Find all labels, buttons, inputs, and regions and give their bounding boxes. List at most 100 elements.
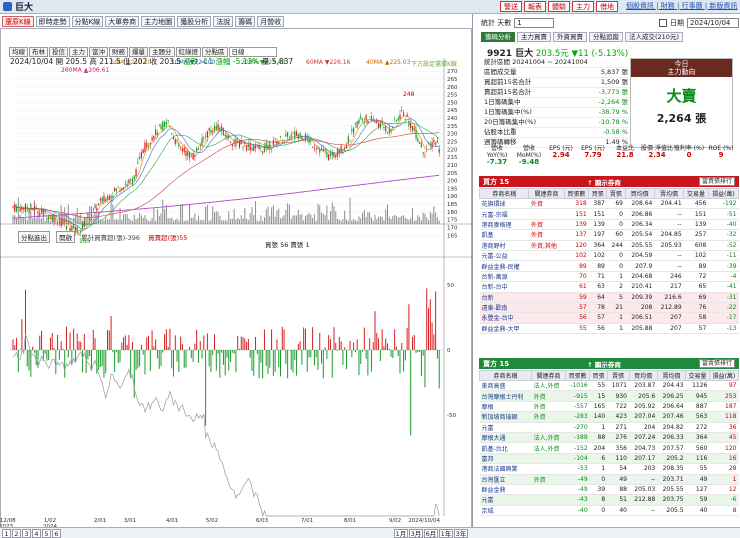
table-row[interactable]: 美商高盛 法人,外資 -1016 55 1071 203.87 204.43 1126 97 [479,380,739,392]
tool-button-0[interactable]: 還原K線 [2,15,34,27]
range-6m[interactable]: 6月 [424,528,438,538]
table-cell: -1016 [565,380,590,392]
volume-bar [428,220,430,224]
range-1m[interactable]: 1月 [394,528,408,538]
buy-sell-bar [376,332,378,350]
sell-sort-select[interactable]: 當賣張排行 [698,359,735,368]
column-header[interactable]: 買張數 [563,188,590,199]
tool-button-4[interactable]: 主力地圖 [141,15,176,27]
table-cell: 69 [683,292,709,303]
table-row[interactable]: 遠東-歡南 57 78 21 208 212.89 76 -22 [479,302,739,314]
table-row[interactable]: 摩根大通 法人,外資 -188 88 276 207.24 206.33 364 45 [479,432,739,444]
column-header[interactable]: 關連券商 [528,188,565,199]
column-header[interactable]: 賣均價 [653,188,685,199]
column-header[interactable]: 券商名稱 [478,370,533,381]
table-row[interactable]: 花旗環球 外資 318 387 69 208.64 204.41 456 -192 [479,198,739,210]
page-1[interactable]: 1 [2,528,11,538]
sub-select[interactable]: 分點進出 [18,231,50,243]
column-header[interactable]: 買張 [588,188,608,199]
tool-button-1[interactable]: 即時走勢 [35,15,70,27]
table-row[interactable]: 元富 -43 8 51 212.88 203.75 59 -6 [479,494,739,506]
buy-sell-bar [17,350,19,373]
table-row[interactable]: 台灣摩根士丹利 外資 -915 15 930 205.6 206.25 945 253 [479,390,739,402]
tab-foreign-trades[interactable]: 外資買賣 [553,32,587,42]
column-header[interactable]: 關連券商 [531,370,566,381]
buy-show-brokers[interactable]: ↑ 顯示券商 [587,177,621,187]
column-header[interactable]: 交易量 [685,370,710,381]
tool-button-5[interactable]: 獲股分析 [177,15,212,27]
tool-button-8[interactable]: 月營收 [257,15,285,27]
table-row[interactable]: 摩根 外資 -557 165 722 205.92 206.64 887 187 [479,401,739,413]
table-row[interactable]: 永豐金-台中 56 57 1 206.51 207 58 -17 [479,312,739,324]
volume-bar [426,217,428,224]
table-row[interactable]: 凱基-台北 法人,外資 -152 204 356 204.73 207.57 560 120 [479,442,739,454]
tab-chip-analysis[interactable]: 籌碼分析 [481,32,515,42]
days-select[interactable]: 1 [514,18,555,28]
top-button-4[interactable]: 借地 [596,1,618,12]
column-header[interactable]: 買均價 [624,188,655,199]
volume-bar [142,217,144,224]
table-row[interactable]: 新加坡商瑞銀 外資 -283 140 423 207.04 207.46 563 118 [479,411,739,423]
top-button-1[interactable]: 報表 [524,1,546,12]
page-5[interactable]: 5 [42,528,51,538]
tool-button-3[interactable]: 大單券商 [105,15,140,27]
table-row[interactable]: 凱基 外資 137 197 60 205.54 204.85 257 -32 [479,229,739,241]
table-row[interactable]: 元富 -270 1 271 204 204.82 272 36 [479,422,739,433]
volume-bar [256,220,258,224]
price-tick: 205 [447,171,458,177]
date-input[interactable]: 2024/10/04 [687,18,739,28]
top-button-3[interactable]: 主力 [572,1,594,12]
tool-button-7[interactable]: 籌碼 [235,15,256,27]
range-1y[interactable]: 1年 [439,528,453,538]
page-2[interactable]: 2 [12,528,21,538]
tool-button-2[interactable]: 分點K線 [71,15,104,27]
column-header[interactable]: 賣張 [606,370,630,381]
column-header[interactable]: 買張數 [564,370,591,381]
range-3m[interactable]: 3月 [409,528,423,538]
table-row[interactable]: 台新 59 64 5 209.39 216.6 69 -31 [479,292,739,303]
page-3[interactable]: 3 [22,528,31,538]
calendar-icon[interactable] [659,19,667,27]
column-header[interactable]: 交易量 [683,188,709,199]
buy-sell-bar [369,338,371,350]
column-header[interactable]: 買均價 [628,370,658,381]
tab-main-trades[interactable]: 主力買賣 [517,32,551,42]
sub-open-button[interactable]: 開啟 [56,231,76,243]
ratio-value: 7.79 [584,151,602,159]
table-row[interactable]: 群益金鼎-大甲 55 56 1 205.88 207 57 -13 [479,323,739,335]
top-links[interactable]: 個股資訊 | 財務 | 行事曆 | 新版資訊 [626,2,737,11]
price-chart[interactable]: 270 265 260 255250 245 240 235 230225 220 215 210 2… [0,28,472,528]
table-row[interactable]: 港商野村 外資,其他 120 364 244 205.55 205.93 608 -52 [479,240,739,251]
table-row[interactable]: 富邦 -104 6 110 207.17 205.2 116 16 [479,453,739,465]
page-6[interactable]: 6 [52,528,61,538]
tab-institutional[interactable]: 法人成交(210元) [625,32,683,42]
buy-sell-bar [310,350,312,358]
top-button-2[interactable]: 體驗 [548,1,570,12]
volume-bar [292,215,294,224]
table-row[interactable]: 台新-萬源 70 71 1 204.68 246 72 -4 [479,271,739,283]
column-header[interactable]: 買張 [589,370,608,381]
column-header[interactable]: 賣均價 [656,370,687,381]
table-row[interactable]: 台灣匯立 外資 -49 0 49 -- 203.71 49 1 [479,474,739,485]
column-header[interactable]: 損益(萬) [707,188,740,199]
table-row[interactable]: 港商法國興業 -53 1 54 203 208.35 55 28 [479,463,739,475]
column-header[interactable]: 損益(萬) [708,370,740,381]
table-row[interactable]: 元富-宗福 151 151 0 206.86 -- 151 -51 [479,208,739,220]
table-cell: 京城 [479,505,532,517]
range-3y[interactable]: 3年 [454,528,468,538]
table-row[interactable]: 台新-台中 61 63 2 210.41 217 65 -41 [479,281,739,293]
sell-show-brokers[interactable]: ↑ 顯示券商 [587,359,621,369]
table-row[interactable]: 群益金鼎 -49 39 88 205.03 205.55 127 12 [479,484,739,496]
table-row[interactable]: 京城 -40 0 40 -- 205.5 40 8 [479,505,739,517]
table-row[interactable]: 港商麥格理 外資 139 139 0 206.34 -- 139 -40 [479,219,739,231]
column-header[interactable]: 券商名稱 [478,188,530,199]
table-row[interactable]: 群益金鼎-民權 89 89 0 207.9 -- 89 -39 [479,260,739,272]
tool-button-6[interactable]: 法說 [213,15,234,27]
tab-branch-track[interactable]: 分點追蹤 [589,32,623,42]
buy-sort-select[interactable]: 當買張排行 [698,177,735,186]
top-button-0[interactable]: 警送 [500,1,522,12]
table-cell: 208.64 [625,198,655,210]
table-row[interactable]: 元富-公益 102 102 0 204.59 -- 102 -11 [479,250,739,262]
column-header[interactable]: 賣張 [606,188,626,199]
page-4[interactable]: 4 [32,528,41,538]
